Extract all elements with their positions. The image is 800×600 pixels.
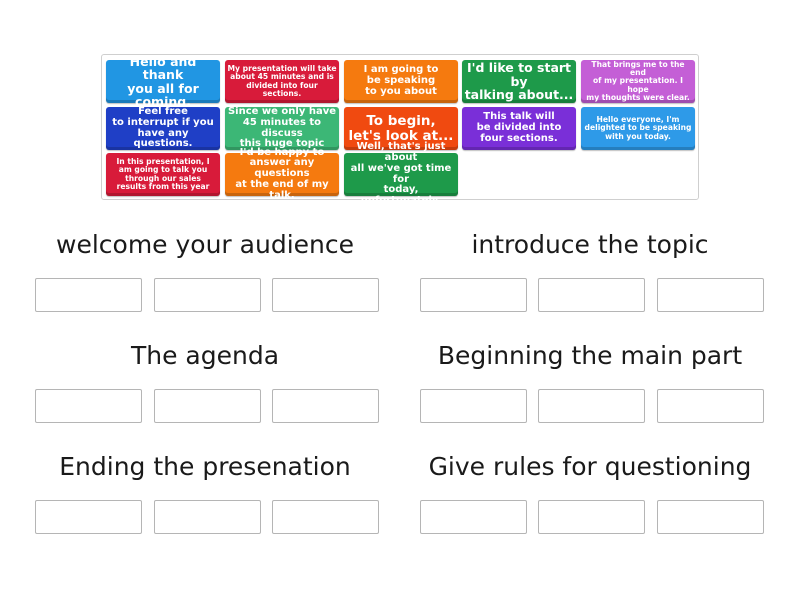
card-tray: Hello and thank you all for coming. My pr…: [101, 54, 699, 206]
draggable-card[interactable]: I am going to be speaking to you about: [344, 60, 458, 103]
draggable-card[interactable]: Feel free to interrupt if you have any q…: [106, 105, 220, 150]
group-title: Give rules for questioning: [428, 452, 752, 481]
drop-slot[interactable]: [272, 389, 379, 423]
drop-slot[interactable]: [657, 500, 764, 534]
group-title: Beginning the main part: [437, 341, 743, 370]
drop-slot[interactable]: [538, 500, 645, 534]
drop-slot[interactable]: [420, 500, 527, 534]
group-title: Ending the presenation: [59, 452, 351, 481]
card-text: My presentation will take about 45 minut…: [227, 64, 337, 98]
drop-slot[interactable]: [272, 500, 379, 534]
draggable-card[interactable]: That brings me to the end of my presenta…: [581, 60, 695, 103]
drop-slot[interactable]: [657, 278, 764, 312]
card-text: Well, that's just about all we've got ti…: [350, 141, 452, 207]
card-text: To begin, let's look at...: [348, 112, 454, 144]
drop-slot[interactable]: [154, 389, 261, 423]
draggable-card[interactable]: In this presentation, I am going to talk…: [106, 153, 220, 196]
drop-slot[interactable]: [538, 389, 645, 423]
card-text: I'd like to start by talking about...: [464, 60, 574, 103]
drop-slot[interactable]: [272, 278, 379, 312]
draggable-card[interactable]: My presentation will take about 45 minut…: [225, 60, 339, 103]
draggable-card[interactable]: I'd like to start by talking about...: [462, 60, 576, 103]
drop-slot[interactable]: [538, 278, 645, 312]
drop-slot[interactable]: [420, 389, 527, 423]
drop-slot[interactable]: [35, 278, 142, 312]
drop-slot[interactable]: [35, 389, 142, 423]
card-text: That brings me to the end of my presenta…: [586, 60, 690, 102]
card-text: I am going to be speaking to you about: [363, 64, 439, 97]
card-text: This talk will be divided into four sect…: [476, 111, 562, 144]
card-text: In this presentation, I am going to talk…: [116, 157, 210, 191]
card-text: Hello and thank you all for coming.: [127, 53, 199, 109]
draggable-card[interactable]: Since we only have 45 minutes to discuss…: [225, 105, 339, 150]
draggable-card[interactable]: Hello everyone, I'm delighted to be spea…: [581, 107, 695, 150]
group-title: The agenda: [130, 341, 280, 370]
draggable-card[interactable]: This talk will be divided into four sect…: [462, 107, 576, 150]
group-title: introduce the topic: [471, 230, 709, 259]
drop-slot[interactable]: [35, 500, 142, 534]
card-text: Since we only have 45 minutes to discuss…: [227, 105, 337, 150]
drop-slot[interactable]: [154, 500, 261, 534]
card-text: I'd be happy to answer any questions at …: [235, 146, 329, 201]
group-title: welcome your audience: [56, 230, 354, 259]
draggable-card[interactable]: Hello and thank you all for coming.: [106, 54, 220, 108]
draggable-card[interactable]: Well, that's just about all we've got ti…: [344, 141, 458, 206]
drop-slot[interactable]: [657, 389, 764, 423]
draggable-card[interactable]: I'd be happy to answer any questions at …: [225, 147, 339, 201]
card-text: Hello everyone, I'm delighted to be spea…: [584, 115, 692, 141]
drop-slot[interactable]: [420, 278, 527, 312]
drop-slot[interactable]: [154, 278, 261, 312]
card-text: Feel free to interrupt if you have any q…: [112, 105, 214, 150]
